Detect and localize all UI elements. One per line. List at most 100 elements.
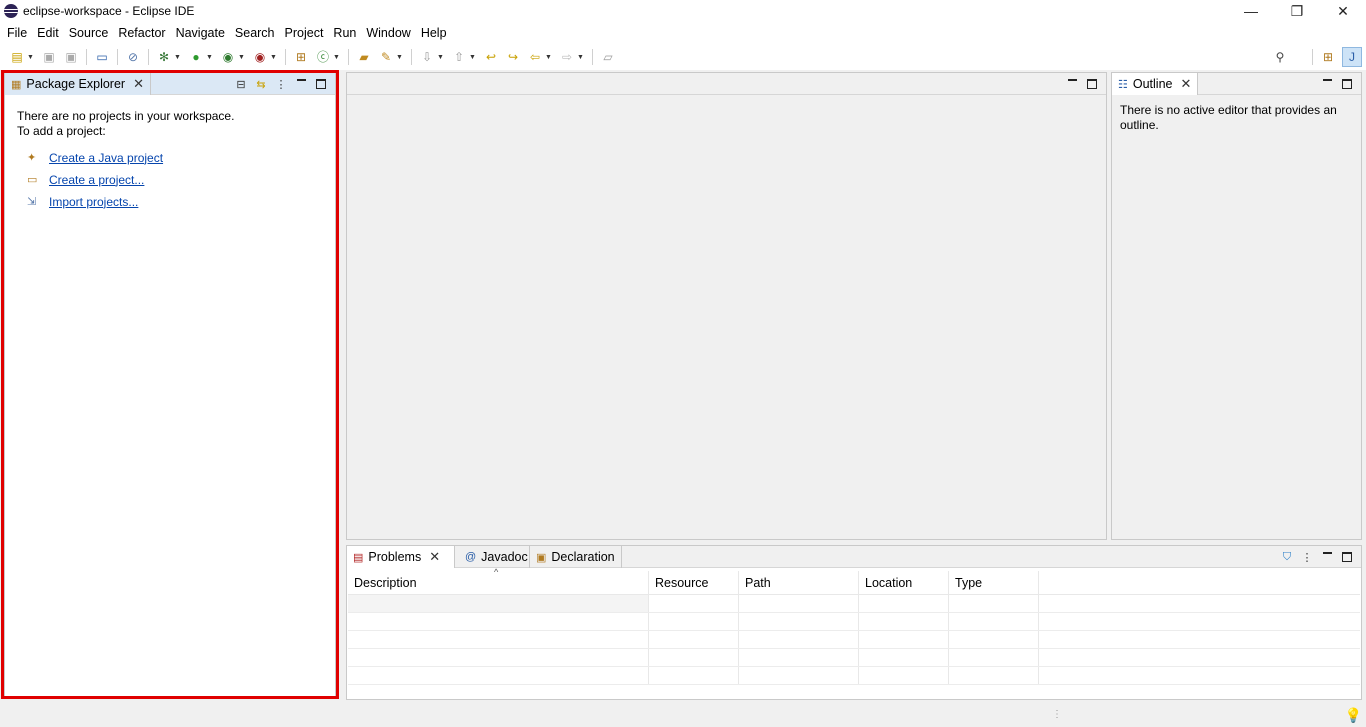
menu-search[interactable]: Search: [230, 23, 280, 43]
java-perspective-icon[interactable]: J: [1342, 47, 1362, 67]
back-dropdown-icon[interactable]: ▼: [545, 54, 553, 61]
table-row[interactable]: [348, 667, 1360, 685]
tab-declaration[interactable]: ▣ Declaration: [529, 546, 622, 568]
skip-breakpoints-icon[interactable]: ⊘: [125, 49, 141, 65]
next-annotation-icon[interactable]: ⇩: [419, 49, 435, 65]
column-header-description-label: Description: [354, 575, 417, 590]
view-menu-icon[interactable]: ⋮: [1297, 547, 1317, 567]
maximize-view-button[interactable]: [311, 74, 331, 94]
menu-edit[interactable]: Edit: [32, 23, 64, 43]
column-header-location[interactable]: Location: [859, 571, 949, 594]
restore-button[interactable]: ❐: [1274, 0, 1320, 22]
menu-navigate[interactable]: Navigate: [171, 23, 230, 43]
link-with-editor-icon[interactable]: ⇆: [251, 74, 271, 94]
new-java-class-icon[interactable]: ⓒ: [315, 49, 331, 65]
search-icon[interactable]: ⚲: [1272, 49, 1288, 65]
close-icon[interactable]: ✕: [133, 76, 144, 92]
maximize-editor-button[interactable]: [1082, 74, 1102, 94]
create-java-project-link[interactable]: Create a Java project: [49, 151, 163, 166]
problems-tools: ⛉ ⋮: [1277, 546, 1357, 568]
last-edit-location-icon[interactable]: ↩: [483, 49, 499, 65]
minimize-view-button[interactable]: [1317, 74, 1337, 94]
problems-tabbar: ▤ Problems ✕ @ Javadoc ▣ Declaration ⛉ ⋮: [347, 546, 1361, 568]
import-projects-link[interactable]: Import projects...: [49, 195, 138, 210]
close-button[interactable]: ✕: [1320, 0, 1366, 22]
menu-help[interactable]: Help: [416, 23, 452, 43]
save-icon[interactable]: ▣: [41, 49, 57, 65]
minimize-editor-button[interactable]: [1062, 74, 1082, 94]
new-dropdown-icon[interactable]: ▼: [27, 54, 35, 61]
run-dropdown-icon[interactable]: ▼: [206, 54, 214, 61]
menu-file[interactable]: File: [2, 23, 32, 43]
minimize-icon: [1322, 552, 1332, 554]
run-icon[interactable]: ●: [188, 49, 204, 65]
table-row[interactable]: [348, 649, 1360, 667]
back-icon[interactable]: ⇦: [527, 49, 543, 65]
forward-edit-icon[interactable]: ↪: [505, 49, 521, 65]
toolbar-separator: [592, 49, 593, 65]
open-type-icon[interactable]: ▰: [356, 49, 372, 65]
table-row[interactable]: [348, 595, 1360, 613]
declaration-tab-label: Declaration: [551, 550, 615, 564]
toolbar-separator: [411, 49, 412, 65]
table-row[interactable]: [348, 613, 1360, 631]
toolbar-separator: [86, 49, 87, 65]
create-project-link[interactable]: Create a project...: [49, 173, 144, 188]
tab-outline[interactable]: ☷ Outline ✕: [1112, 73, 1199, 95]
import-icon: ⇲: [27, 196, 37, 208]
menu-refactor[interactable]: Refactor: [113, 23, 170, 43]
column-header-resource[interactable]: Resource: [649, 571, 739, 594]
debug-dropdown-icon[interactable]: ▼: [174, 54, 182, 61]
table-row[interactable]: [348, 631, 1360, 649]
minimize-view-button[interactable]: [1317, 547, 1337, 567]
java-project-icon: ✦: [27, 152, 37, 164]
maximize-view-button[interactable]: [1337, 547, 1357, 567]
previous-annotation-dropdown-icon[interactable]: ▼: [469, 54, 477, 61]
tab-javadoc[interactable]: @ Javadoc: [459, 546, 534, 568]
external-tools-icon[interactable]: ◉: [252, 49, 268, 65]
javadoc-icon: @: [465, 551, 477, 563]
menu-run[interactable]: Run: [328, 23, 361, 43]
next-annotation-dropdown-icon[interactable]: ▼: [437, 54, 445, 61]
menu-window[interactable]: Window: [361, 23, 415, 43]
debug-icon[interactable]: ✻: [156, 49, 172, 65]
menu-source[interactable]: Source: [64, 23, 114, 43]
eclipse-logo-icon: [4, 4, 18, 18]
column-header-path[interactable]: Path: [739, 571, 859, 594]
search-tool-icon[interactable]: ✎: [378, 49, 394, 65]
minimize-button[interactable]: —: [1228, 0, 1274, 22]
lightbulb-icon[interactable]: 💡: [1345, 707, 1362, 724]
previous-annotation-icon[interactable]: ⇧: [451, 49, 467, 65]
minimize-view-button[interactable]: [291, 74, 311, 94]
filter-icon[interactable]: ⛉: [1277, 547, 1297, 567]
add-project-prompt: To add a project:: [17, 124, 106, 138]
view-menu-icon[interactable]: ⋮: [271, 74, 291, 94]
search-dropdown-icon[interactable]: ▼: [396, 54, 404, 61]
problems-panel: ▤ Problems ✕ @ Javadoc ▣ Declaration ⛉ ⋮…: [346, 545, 1362, 700]
new-icon[interactable]: ▤: [9, 49, 25, 65]
external-tools-dropdown-icon[interactable]: ▼: [270, 54, 278, 61]
declaration-icon: ▣: [536, 551, 547, 564]
empty-workspace-message: There are no projects in your workspace.: [17, 109, 235, 123]
pin-editor-icon[interactable]: ▱: [600, 49, 616, 65]
tab-package-explorer[interactable]: ▦ Package Explorer ✕: [5, 73, 151, 95]
new-class-dropdown-icon[interactable]: ▼: [333, 54, 341, 61]
coverage-icon[interactable]: ◉: [220, 49, 236, 65]
column-header-description[interactable]: ^ Description: [348, 567, 649, 594]
close-icon[interactable]: ✕: [1180, 76, 1191, 92]
forward-icon[interactable]: ⇨: [559, 49, 575, 65]
maximize-view-button[interactable]: [1337, 74, 1357, 94]
column-header-filler: [1039, 571, 1360, 594]
new-java-package-icon[interactable]: ⊞: [293, 49, 309, 65]
column-header-type[interactable]: Type: [949, 571, 1039, 594]
close-icon[interactable]: ✕: [429, 549, 440, 565]
tab-problems[interactable]: ▤ Problems ✕: [347, 546, 455, 568]
open-perspective-icon[interactable]: ⊞: [1320, 49, 1336, 65]
save-all-icon[interactable]: ▣: [63, 49, 79, 65]
terminal-icon[interactable]: ▭: [94, 49, 110, 65]
collapse-all-icon[interactable]: ⊟: [231, 74, 251, 94]
menu-project[interactable]: Project: [280, 23, 329, 43]
coverage-dropdown-icon[interactable]: ▼: [238, 54, 246, 61]
forward-dropdown-icon[interactable]: ▼: [577, 54, 585, 61]
outline-tools: [1317, 73, 1357, 95]
